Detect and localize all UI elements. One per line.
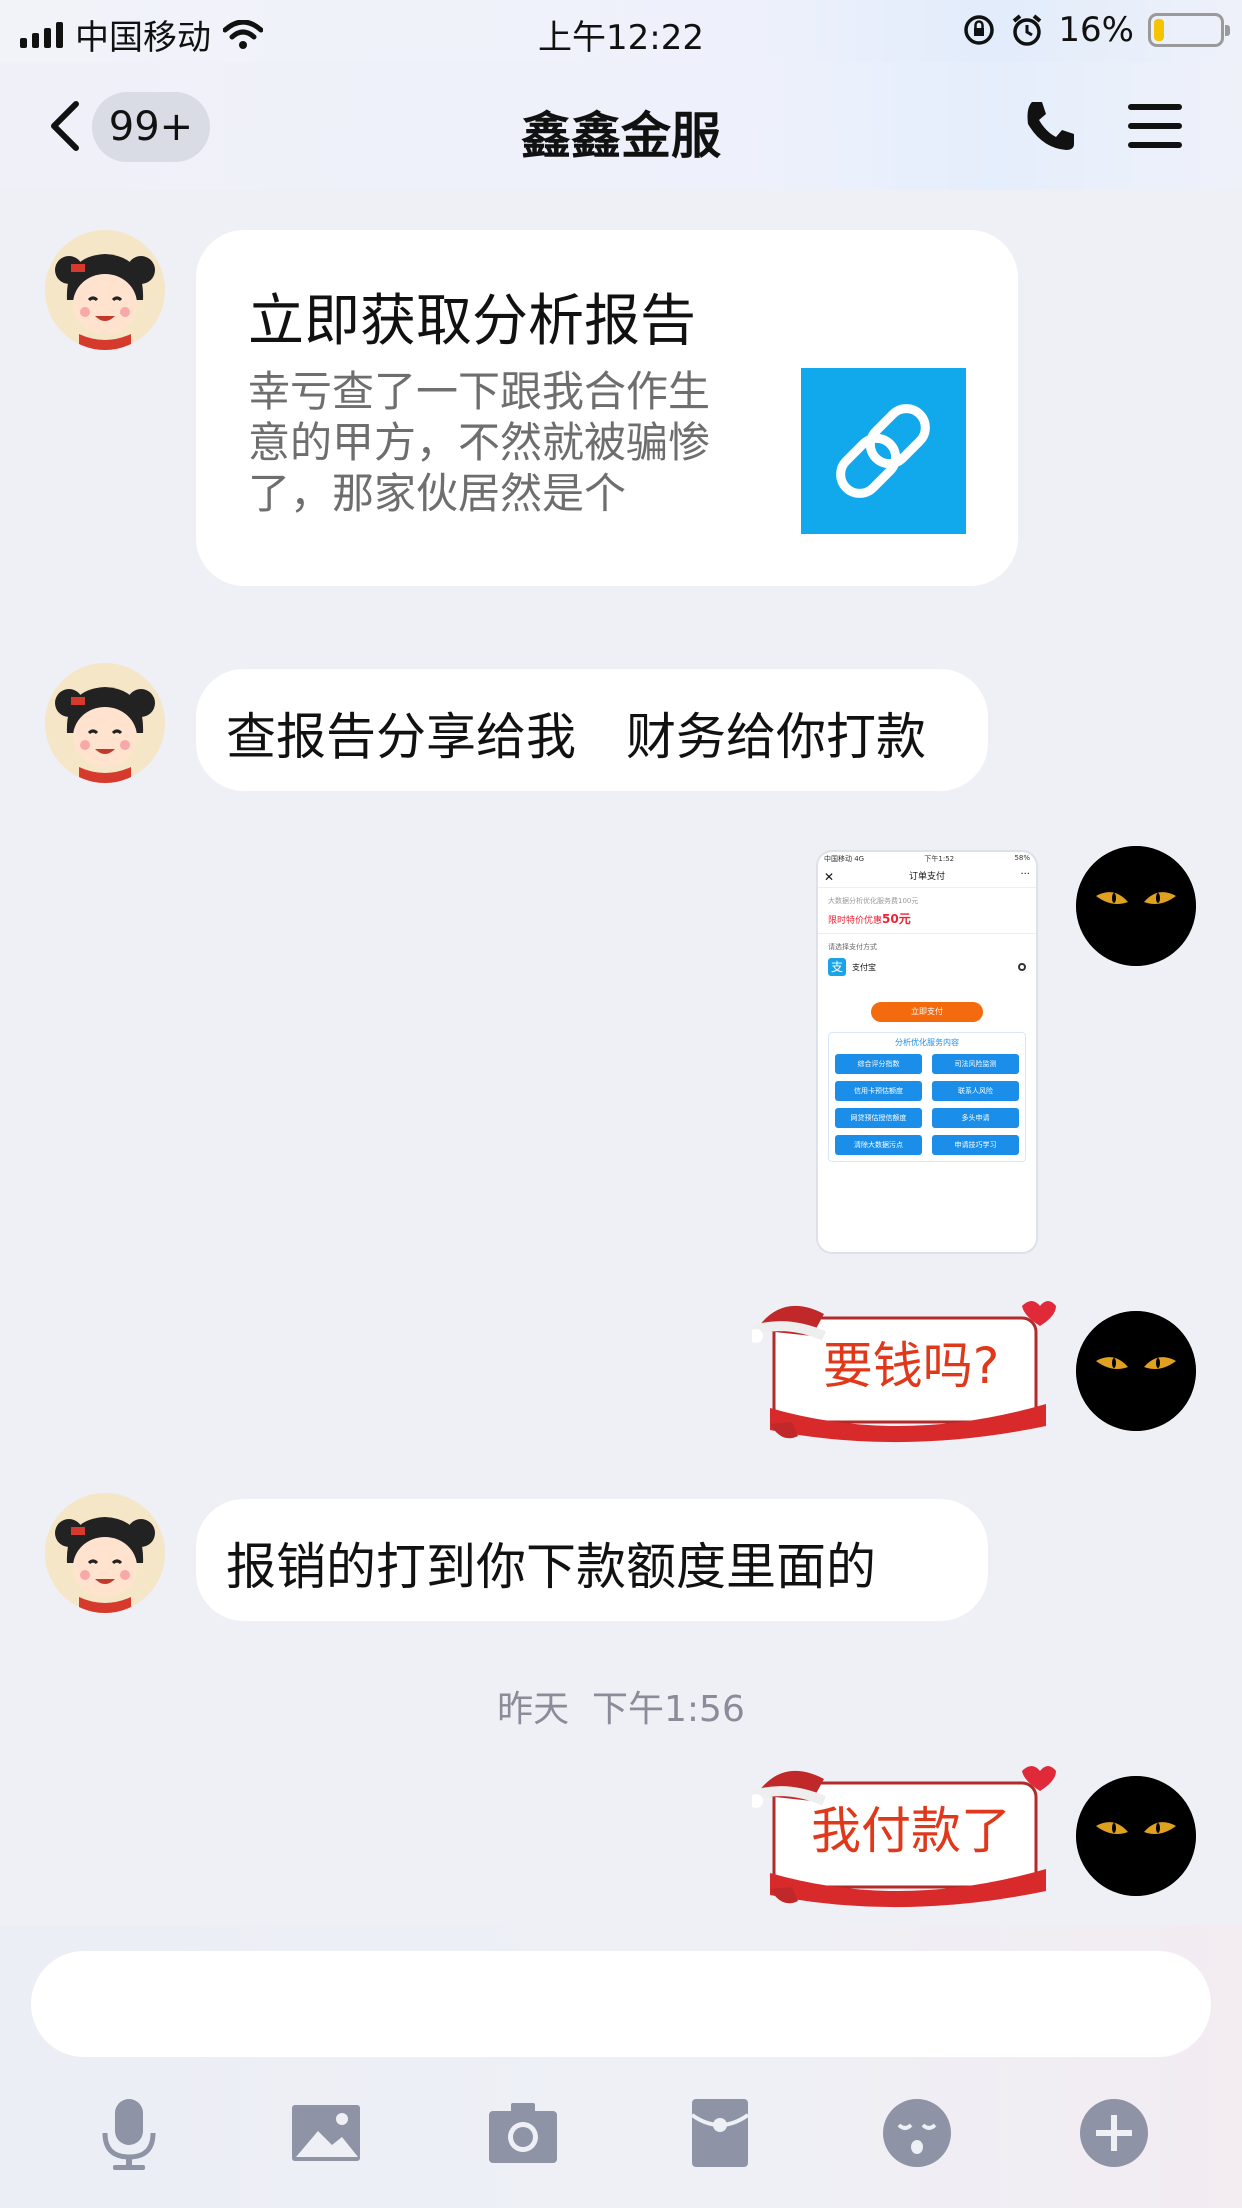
ss-carrier: 中国移动 4G — [824, 855, 865, 863]
ss-service-box: 分析优化服务内容 综合评分指数 司法风险监测 信用卡预估额度 联系人风险 网贷预… — [828, 1032, 1026, 1162]
link-thumbnail — [801, 368, 966, 534]
contact-avatar[interactable] — [45, 230, 165, 350]
input-area — [0, 1925, 1242, 2208]
radio-icon — [1018, 963, 1026, 971]
message-bubble[interactable]: 查报告分享给我 财务给你打款 — [196, 669, 988, 791]
link-card-desc-line: 了，那家伙居然是个 — [248, 469, 627, 518]
more-icon: ··· — [1020, 869, 1030, 880]
image-icon[interactable] — [288, 2095, 364, 2171]
plus-icon[interactable] — [1076, 2095, 1152, 2171]
link-card-title: 立即获取分析报告 — [248, 289, 696, 354]
microphone-icon[interactable] — [91, 2095, 167, 2171]
black-cat-avatar-image — [1076, 1776, 1196, 1896]
battery-fill — [1154, 19, 1165, 41]
status-bar: 中国移动 上午12:22 16% — [0, 0, 1242, 62]
my-avatar[interactable] — [1076, 846, 1196, 966]
status-right: 16% — [962, 10, 1230, 50]
battery-icon — [1148, 13, 1230, 47]
ss-service-item: 网贷预估授信额度 — [835, 1108, 922, 1128]
ss-service-item: 综合评分指数 — [835, 1054, 922, 1074]
close-icon: ✕ — [824, 870, 835, 884]
menu-icon[interactable] — [1128, 102, 1182, 150]
sticker-text: 要钱吗? — [822, 1337, 1000, 1395]
ss-service-fee: 大数据分析优化服务费100元 — [828, 897, 919, 905]
ss-discount-label: 限时特价优惠 — [828, 916, 883, 926]
ss-time: 下午1:52 — [924, 855, 955, 863]
my-avatar[interactable] — [1076, 1776, 1196, 1896]
rotation-lock-icon — [964, 15, 995, 45]
girl-avatar-image — [45, 230, 165, 350]
message-text: 报销的打到你下款额度里面的 — [226, 1538, 876, 1596]
camera-icon[interactable] — [485, 2095, 561, 2171]
ss-discount-price: 50元 — [882, 912, 911, 926]
girl-avatar-image — [45, 663, 165, 783]
ss-service-item: 申请技巧学习 — [932, 1135, 1019, 1155]
link-card-desc-line: 幸亏查了一下跟我合作生 — [248, 367, 711, 416]
black-cat-avatar-image — [1076, 1311, 1196, 1431]
sticker-text: 我付款了 — [811, 1802, 1011, 1860]
ss-service-item: 联系人风险 — [932, 1081, 1019, 1101]
my-avatar[interactable] — [1076, 1311, 1196, 1431]
battery-percent: 16% — [1058, 10, 1134, 50]
ss-alipay-label: 支付宝 — [852, 962, 876, 972]
ss-alipay-row: 支 支付宝 — [818, 956, 1036, 978]
phone-icon[interactable] — [1022, 98, 1078, 154]
ss-payment-method-label: 请选择支付方式 — [828, 943, 877, 951]
alarm-icon — [1013, 14, 1042, 46]
contact-avatar[interactable] — [45, 1493, 165, 1613]
payment-screenshot-image[interactable]: 中国移动 4G 下午1:52 58% ✕ 订单支付 ··· 大数据分析优化服务费… — [816, 850, 1038, 1254]
chat-header: 99+ 鑫鑫金服 — [0, 62, 1242, 190]
sticker-bubble[interactable]: 要钱吗? — [752, 1296, 1058, 1446]
emoji-icon[interactable] — [879, 2095, 955, 2171]
link-card-description: 幸亏查了一下跟我合作生 意的甲方，不然就被骗惨 了，那家伙居然是个 — [248, 366, 768, 519]
ss-header: ✕ 订单支付 ··· — [818, 866, 1036, 888]
ss-service-item: 信用卡预估额度 — [835, 1081, 922, 1101]
message-bubble[interactable]: 报销的打到你下款额度里面的 — [196, 1499, 988, 1621]
ss-service-grid: 综合评分指数 司法风险监测 信用卡预估额度 联系人风险 网贷预估授信额度 多头申… — [835, 1054, 1019, 1155]
link-icon — [836, 404, 930, 498]
black-cat-avatar-image — [1076, 846, 1196, 966]
ss-title: 订单支付 — [908, 872, 945, 882]
red-packet-icon[interactable] — [682, 2095, 758, 2171]
link-card-desc-line: 意的甲方，不然就被骗惨 — [248, 418, 711, 467]
contact-avatar[interactable] — [45, 663, 165, 783]
ss-service-item: 司法风险监测 — [932, 1054, 1019, 1074]
ss-box-title: 分析优化服务内容 — [895, 1038, 959, 1047]
sticker-bubble[interactable]: 我付款了 — [752, 1761, 1058, 1911]
ss-service-item: 清除大数据污点 — [835, 1135, 922, 1155]
ss-pay-button: 立即支付 — [871, 1002, 983, 1022]
message-text: 查报告分享给我 财务给你打款 — [226, 708, 926, 766]
ss-battery: 58% — [1014, 854, 1030, 862]
girl-avatar-image — [45, 1493, 165, 1613]
ss-discount: 限时特价优惠50元 — [818, 908, 1036, 934]
ss-status-bar: 中国移动 4G 下午1:52 58% — [818, 852, 1036, 866]
ss-service-item: 多头申请 — [932, 1108, 1019, 1128]
alipay-icon: 支 — [828, 958, 846, 976]
chat-timestamp: 昨天 下午1:56 — [497, 1689, 745, 1730]
message-input[interactable] — [31, 1951, 1211, 2057]
